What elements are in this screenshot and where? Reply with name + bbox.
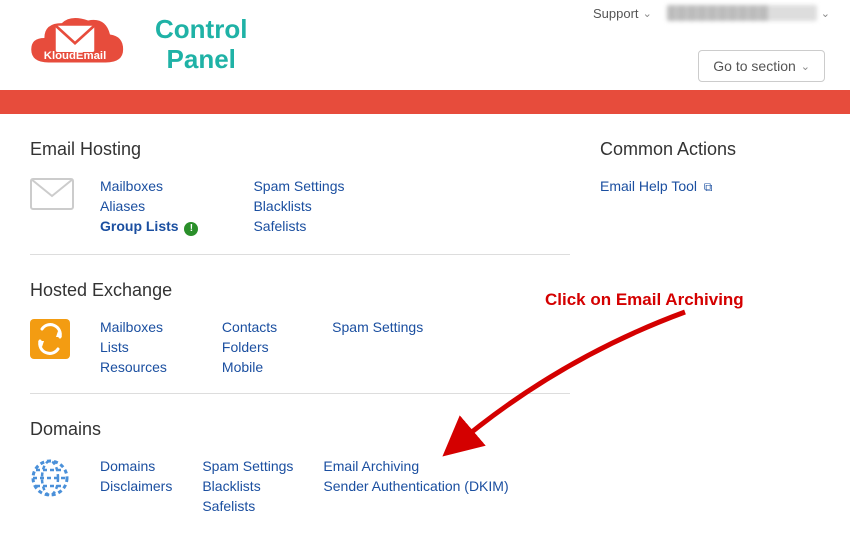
link-safelists[interactable]: Safelists (253, 218, 344, 234)
help-tool-label: Email Help Tool (600, 178, 697, 194)
envelope-icon (30, 178, 80, 213)
link-dom-blacklists[interactable]: Blacklists (202, 478, 293, 494)
kloudemail-logo: KloudEmail (20, 10, 130, 80)
chevron-down-icon: ⌄ (643, 7, 652, 20)
link-ex-spam[interactable]: Spam Settings (332, 319, 423, 335)
logo-wrap: KloudEmail Control Panel (20, 10, 247, 80)
link-spam-settings[interactable]: Spam Settings (253, 178, 344, 194)
title-line1: Control (155, 15, 247, 45)
chevron-down-icon: ⌄ (801, 60, 810, 73)
section-title: Domains (30, 419, 570, 440)
link-email-archiving[interactable]: Email Archiving (323, 458, 508, 474)
globe-icon (30, 458, 80, 501)
link-dom-safelists[interactable]: Safelists (202, 498, 293, 514)
control-panel-title: Control Panel (155, 15, 247, 75)
link-ex-contacts[interactable]: Contacts (222, 319, 277, 335)
section-title: Hosted Exchange (30, 280, 570, 301)
link-email-help-tool[interactable]: Email Help Tool ⧉ (600, 178, 712, 194)
logo-text: KloudEmail (44, 50, 106, 62)
link-disclaimers[interactable]: Disclaimers (100, 478, 172, 494)
link-dkim[interactable]: Sender Authentication (DKIM) (323, 478, 508, 494)
support-label: Support (593, 6, 639, 21)
sidebar: Common Actions Email Help Tool ⧉ (600, 139, 810, 532)
section-email-hosting: Email Hosting Mailboxes Aliases Group Li… (30, 139, 570, 255)
header: KloudEmail Control Panel Support ⌄ █████… (0, 0, 850, 90)
top-nav: Support ⌄ ██████████ ⌄ (593, 5, 830, 21)
user-label: ██████████ (667, 5, 817, 21)
goto-section-button[interactable]: Go to section ⌄ (698, 50, 825, 82)
section-domains: Domains Domains Disclaimers (30, 419, 570, 532)
content: Email Hosting Mailboxes Aliases Group Li… (0, 114, 850, 542)
link-ex-folders[interactable]: Folders (222, 339, 277, 355)
link-dom-spam[interactable]: Spam Settings (202, 458, 293, 474)
link-blacklists[interactable]: Blacklists (253, 198, 344, 214)
goto-label: Go to section (713, 58, 796, 74)
main-column: Email Hosting Mailboxes Aliases Group Li… (30, 139, 570, 532)
title-line2: Panel (155, 45, 247, 75)
link-domains[interactable]: Domains (100, 458, 172, 474)
external-link-icon: ⧉ (704, 180, 713, 194)
link-ex-lists[interactable]: Lists (100, 339, 167, 355)
user-menu[interactable]: ██████████ ⌄ (667, 5, 830, 21)
support-menu[interactable]: Support ⌄ (593, 6, 652, 21)
link-mailboxes[interactable]: Mailboxes (100, 178, 198, 194)
link-aliases[interactable]: Aliases (100, 198, 198, 214)
red-bar (0, 90, 850, 114)
chevron-down-icon: ⌄ (821, 7, 830, 20)
sidebar-title: Common Actions (600, 139, 810, 160)
link-group-lists[interactable]: Group Lists (100, 218, 179, 234)
exchange-icon (30, 319, 80, 362)
link-ex-mailboxes[interactable]: Mailboxes (100, 319, 167, 335)
section-title: Email Hosting (30, 139, 570, 160)
section-hosted-exchange: Hosted Exchange Mailboxes Lists Resource… (30, 280, 570, 394)
link-ex-mobile[interactable]: Mobile (222, 359, 277, 375)
link-ex-resources[interactable]: Resources (100, 359, 167, 375)
info-icon[interactable]: ! (184, 222, 198, 236)
